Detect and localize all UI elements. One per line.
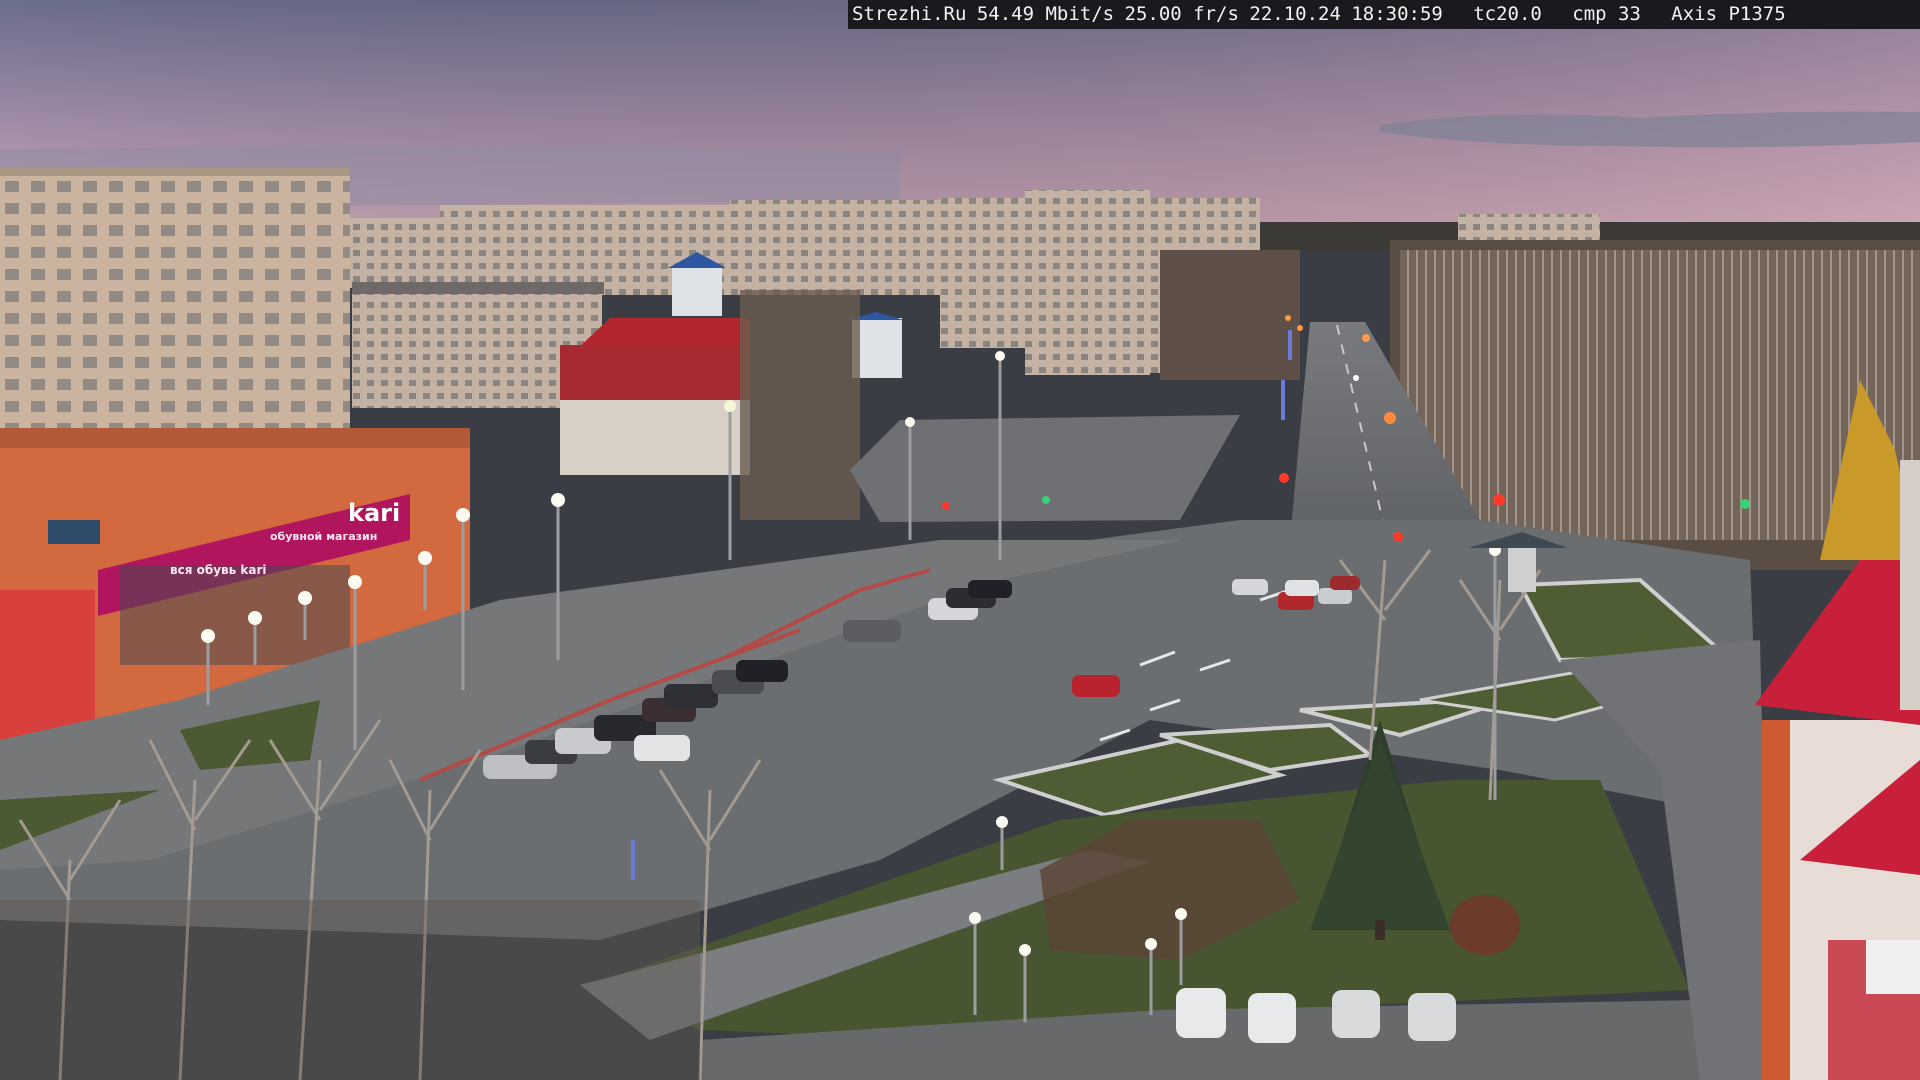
red-tower-building [1755, 560, 1920, 1080]
osd-fps: 25.00 fr/s [1124, 3, 1239, 25]
osd-camera-model: Axis P1375 [1671, 3, 1786, 25]
camera-osd-overlay: Strezhi.Ru 54.49 Mbit/s 25.00 fr/s 22.10… [848, 0, 1920, 29]
kari-banner-sign: обувной магазин [270, 530, 377, 543]
osd-date: 22.10.24 [1249, 3, 1341, 25]
osd-site: Strezhi.Ru [852, 3, 967, 25]
webcam-frame: kari обувной магазин вся обувь kari Stre… [0, 0, 1920, 1080]
osd-cmp: cmp 33 [1572, 3, 1641, 25]
city-street-scene: kari обувной магазин вся обувь kari [0, 0, 1920, 1080]
red-roof-building [560, 318, 750, 475]
blue-roof-kiosk [672, 266, 722, 316]
osd-bitrate: 54.49 Mbit/s [976, 3, 1115, 25]
kari-lower-sign: вся обувь kari [170, 563, 267, 577]
osd-time: 18:30:59 [1351, 3, 1443, 25]
osd-tc: tc20.0 [1473, 3, 1542, 25]
kari-logo-sign: kari [348, 499, 400, 527]
